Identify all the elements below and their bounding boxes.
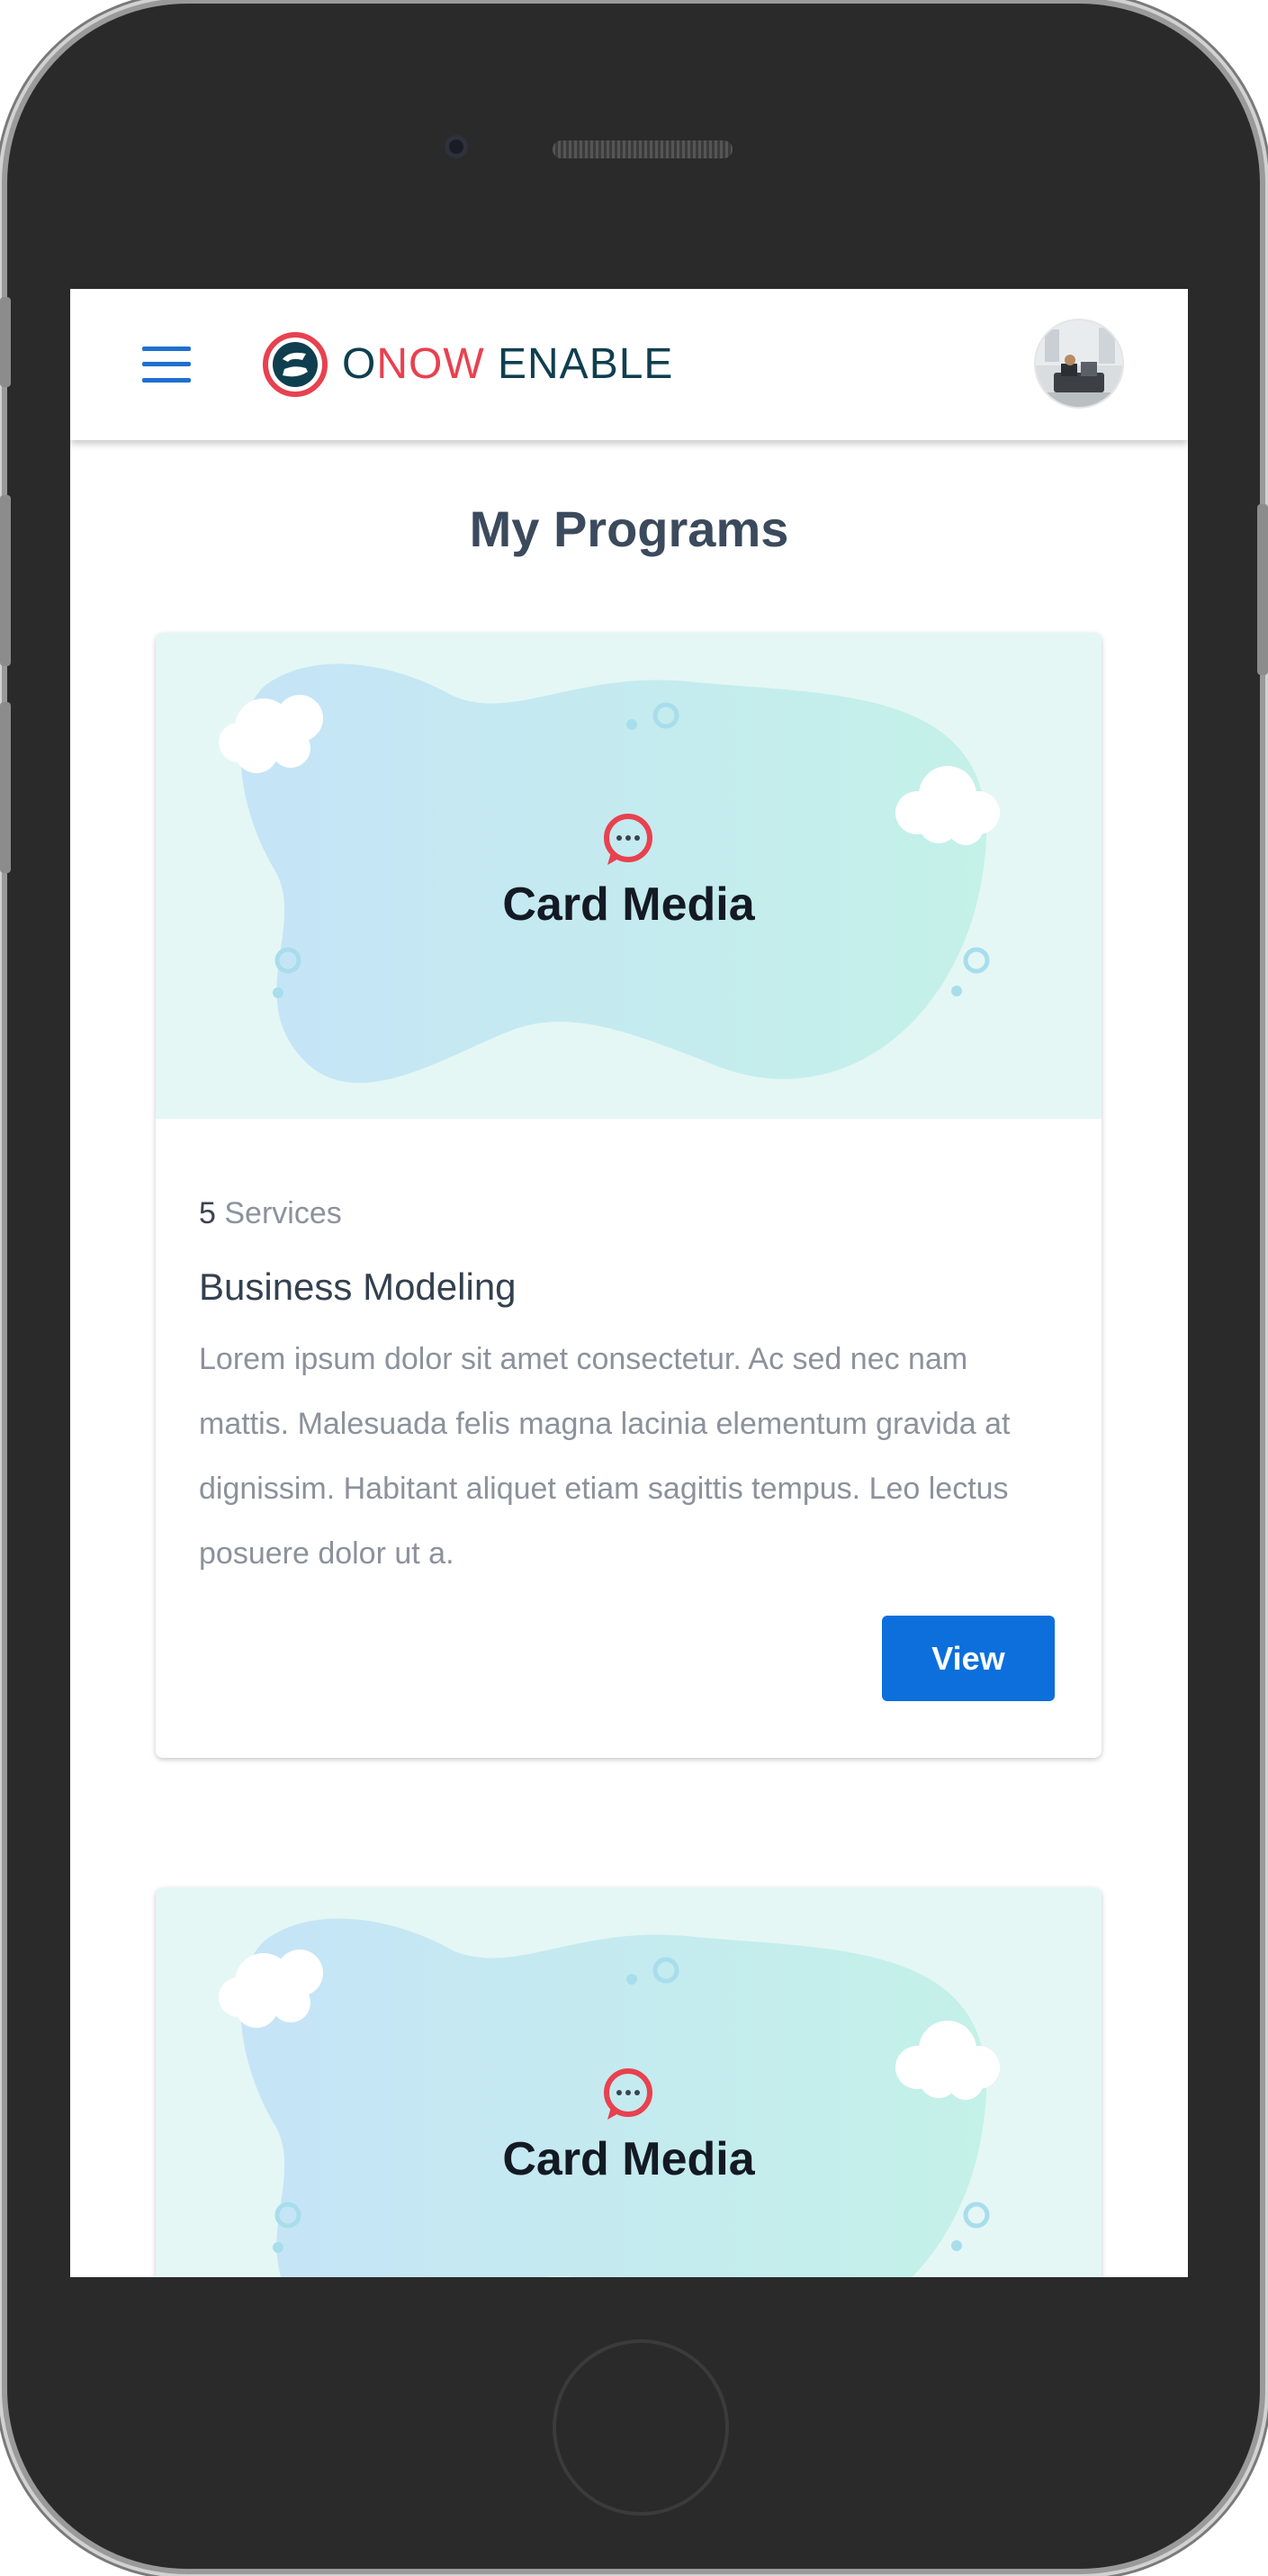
card-title: Business Modeling (199, 1265, 517, 1308)
avatar-photo-icon (1036, 320, 1122, 407)
card-media: Card Media (156, 633, 1102, 1119)
power-button (1257, 504, 1268, 675)
services-count: 5 Services (199, 1196, 1058, 1231)
app-bar: ONOW ENABLE (70, 289, 1188, 440)
card-media: Card Media (156, 1887, 1102, 2277)
card-media-illustration (219, 663, 1000, 1084)
onow-enable-logo[interactable]: ONOW ENABLE (263, 330, 673, 399)
services-count-label: Services (215, 1196, 342, 1230)
card-body: 5 Services Business Modeling Lorem ipsum… (156, 1119, 1102, 1701)
logo-mark-icon (263, 332, 328, 397)
page-title: My Programs (469, 500, 789, 557)
services-count-number: 5 (199, 1196, 216, 1230)
card-media-illustration (219, 1918, 1000, 2277)
card-media-label: Card Media (502, 2133, 755, 2185)
volume-down-button (0, 702, 11, 873)
earpiece-speaker (553, 140, 733, 158)
program-card: Card Media (156, 1887, 1102, 2277)
home-button[interactable] (553, 2339, 729, 2516)
program-card: Card Media 5 Services Business Modeling … (156, 633, 1102, 1758)
card-description: Lorem ipsum dolor sit amet consectetur. … (199, 1342, 1011, 1571)
logo-text-enable: ENABLE (484, 340, 674, 388)
volume-up-button (0, 495, 11, 666)
hamburger-menu-icon[interactable] (142, 347, 191, 383)
view-button[interactable]: View (882, 1616, 1055, 1701)
logo-text-o: O (342, 340, 377, 388)
card-media-label: Card Media (502, 878, 755, 931)
user-avatar[interactable] (1036, 320, 1122, 407)
mute-switch (0, 297, 11, 387)
logo-text-now: NOW (376, 340, 485, 388)
app-screen: ONOW ENABLE My Programs Card Media 5 Ser… (70, 289, 1188, 2277)
logo-text: ONOW ENABLE (342, 343, 673, 386)
front-camera (445, 135, 468, 158)
